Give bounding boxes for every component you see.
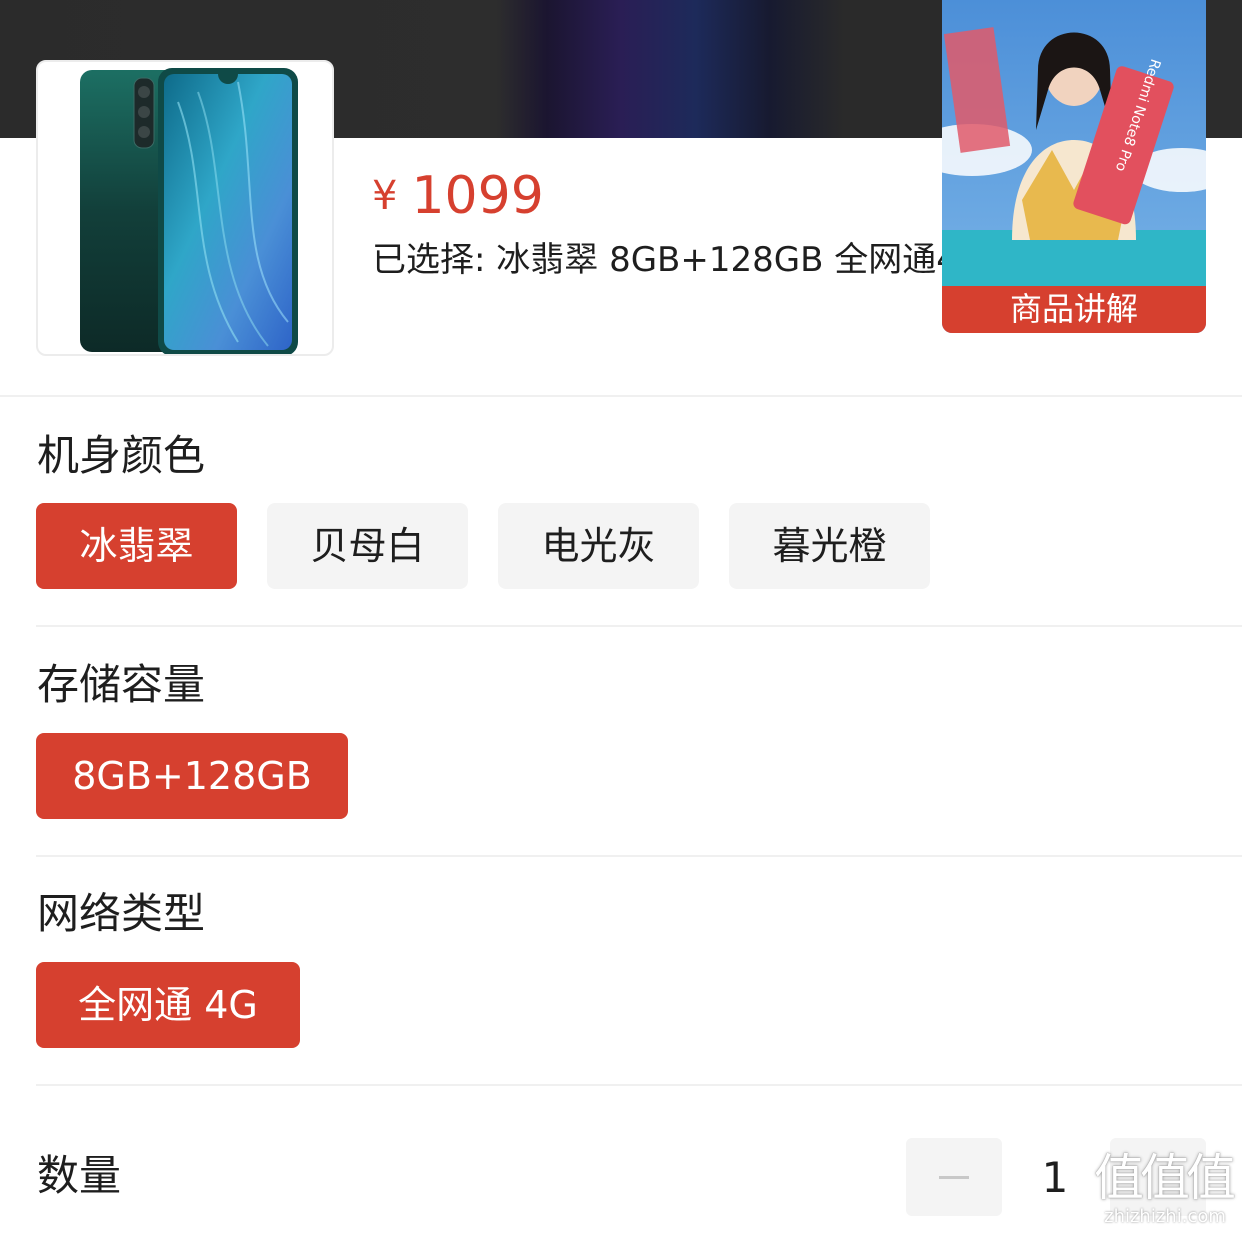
presenter-video-thumbnail-icon: Redmi Note8 Pro [942, 0, 1206, 333]
network-section-title: 网络类型 [37, 889, 206, 938]
storage-option-8-128[interactable]: 8GB+128GB [36, 733, 348, 819]
live-explainer-label: 商品讲解 [942, 286, 1206, 333]
watermark-logo-text: 值值值 [1094, 1149, 1236, 1207]
quantity-section-title: 数量 [37, 1151, 122, 1200]
divider [36, 625, 1242, 627]
divider [36, 855, 1242, 857]
color-option-twilight-orange[interactable]: 暮光橙 [729, 503, 930, 589]
color-section-title: 机身颜色 [37, 431, 206, 480]
quantity-decrease-button[interactable] [906, 1138, 1002, 1216]
color-option-electric-gray[interactable]: 电光灰 [498, 503, 699, 589]
currency-symbol: ¥ [372, 173, 398, 219]
storage-section-title: 存储容量 [37, 660, 206, 709]
product-price: ¥1099 [372, 166, 544, 226]
site-watermark: 值值值 zhizhizhi.com [1094, 1150, 1236, 1236]
quantity-value[interactable]: 1 [1030, 1152, 1080, 1204]
watermark-url: zhizhizhi.com [1104, 1206, 1226, 1227]
product-thumbnail[interactable] [36, 60, 334, 356]
selected-spec-text: 已选择: 冰翡翠 8GB+128GB 全网通4G [372, 240, 942, 280]
network-option-4g[interactable]: 全网通 4G [36, 962, 300, 1048]
divider [0, 395, 1242, 397]
phone-image-icon [80, 68, 298, 354]
price-value: 1099 [411, 166, 544, 226]
live-explainer-video[interactable]: Redmi Note8 Pro 商品讲解 [942, 0, 1206, 333]
color-option-ice-jade[interactable]: 冰翡翠 [36, 503, 237, 589]
color-option-pearl-white[interactable]: 贝母白 [267, 503, 468, 589]
divider [36, 1084, 1242, 1086]
minus-icon [939, 1176, 969, 1179]
